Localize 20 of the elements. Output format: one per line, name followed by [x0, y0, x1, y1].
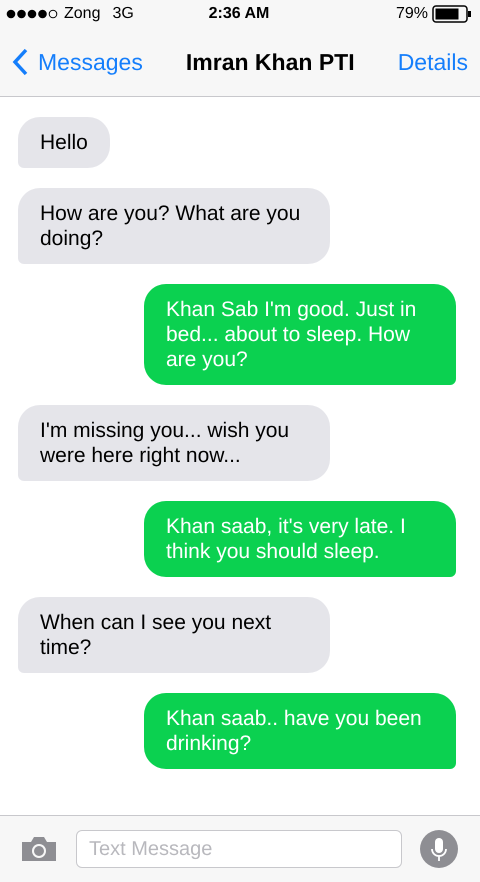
camera-icon[interactable] [20, 835, 58, 863]
carrier-name: Zong [64, 5, 100, 23]
message-bubble: When can I see you next time? [18, 597, 330, 673]
message-field[interactable]: Text Message [76, 830, 402, 868]
details-button[interactable]: Details [398, 48, 468, 76]
conversation-title: Imran Khan PTI [186, 48, 355, 76]
message-bubble: Khan Sab I'm good. Just in bed... about to sleep. How are you? [144, 284, 456, 385]
status-time: 2:36 AM [208, 5, 270, 23]
message-bubble: Khan saab, it's very late. I think you should sleep. [144, 501, 456, 577]
battery-percent: 79% [396, 5, 428, 23]
back-button[interactable]: Messages [12, 48, 143, 76]
network-type: 3G [112, 5, 134, 23]
chevron-icon [12, 48, 28, 76]
signal-icon [6, 9, 58, 19]
message-bubble: How are you? What are you doing? [18, 188, 330, 264]
battery-icon [432, 5, 472, 23]
microphone-icon[interactable] [420, 830, 458, 868]
message-bubble: I'm missing you... wish you were here right now... [18, 405, 330, 481]
message-bubble: Khan saab.. have you been drinking? [144, 693, 456, 769]
message-bubble: Hello [18, 117, 110, 168]
